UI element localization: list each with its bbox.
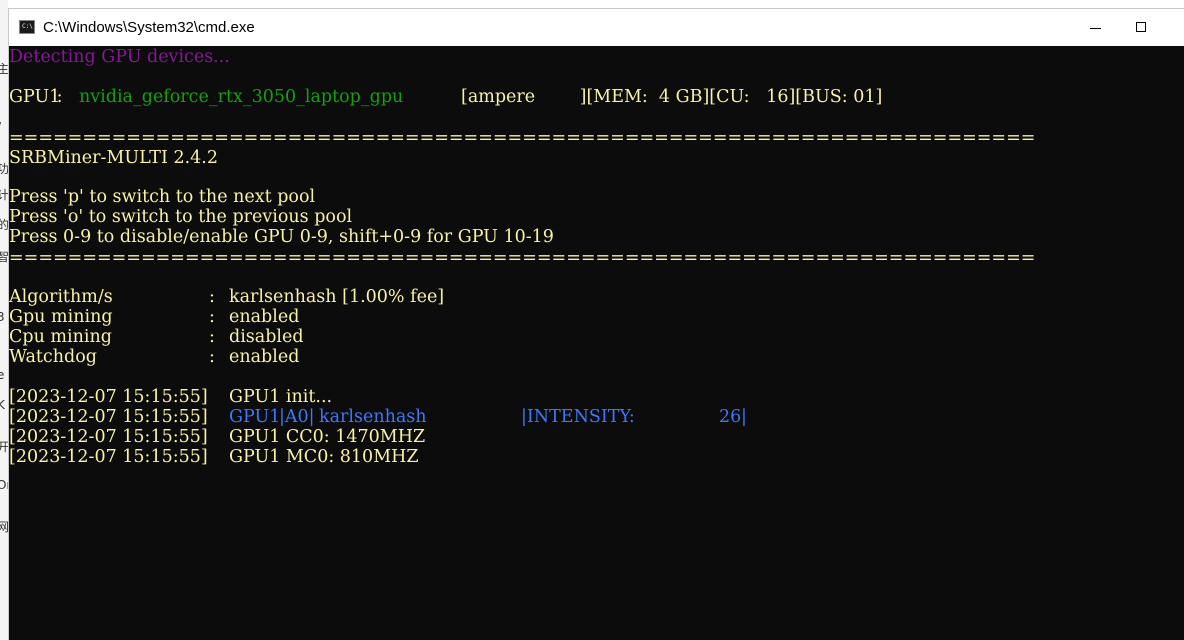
setting-separator: : (209, 347, 221, 367)
setting-value: karlsenhash [1.00% fee] (229, 287, 445, 307)
miner-version: SRBMiner-MULTI 2.4.2 (9, 148, 218, 168)
setting-key: Watchdog (9, 347, 164, 367)
log-line: [2023-12-07 15:15:55] GPU1 |A0| karlsenh… (9, 407, 769, 427)
log-line: [2023-12-07 15:15:55] GPU1 MC0: 810MHZ (9, 447, 709, 467)
background-fragment: 网 (0, 520, 8, 534)
background-fragment: 开 (0, 440, 8, 454)
log-line: [2023-12-07 15:15:55] GPU1 CC0: 1470MHZ (9, 427, 709, 447)
background-fragment: 功 (0, 162, 8, 176)
cmd-icon-label: C:\ (22, 23, 33, 30)
maximize-button[interactable] (1118, 9, 1164, 46)
setting-row: Gpu mining : enabled (9, 307, 609, 327)
setting-row: Algorithm/s : karlsenhash [1.00% fee] (9, 287, 609, 307)
background-fragment: 智 (0, 250, 8, 264)
setting-value: enabled (229, 307, 300, 327)
setting-row: Watchdog : enabled (9, 347, 609, 367)
log-message: GPU1 CC0: 1470MHZ (229, 427, 426, 447)
intensity-algorithm: karlsenhash (319, 407, 477, 427)
intensity-end: | (741, 407, 747, 427)
console-output[interactable]: Detecting GPU devices... GPU1 : nvidia_g… (9, 46, 1184, 640)
help-line: Press 'o' to switch to the previous pool (9, 207, 353, 227)
setting-separator: : (209, 287, 221, 307)
setting-value: disabled (229, 327, 304, 347)
minimize-icon (1090, 28, 1101, 29)
intensity-label: |INTENSITY: (521, 407, 685, 427)
log-timestamp: [2023-12-07 15:15:55] (9, 427, 208, 447)
background-fragment: 主 (0, 62, 8, 76)
background-fragment: 计 (0, 188, 8, 202)
separator-rule: ========================================… (9, 248, 1036, 268)
gpu-specs: [ampere ][MEM: 4 GB][CU: 16][BUS: 01] (461, 87, 883, 107)
gpu-separator: : (51, 87, 69, 107)
background-fragment: / (0, 120, 1, 134)
log-timestamp: [2023-12-07 15:15:55] (9, 447, 208, 467)
log-timestamp: [2023-12-07 15:15:55] (9, 407, 208, 427)
setting-key: Gpu mining (9, 307, 169, 327)
cmd-icon: C:\ (19, 20, 35, 34)
cmd-window[interactable]: C:\ C:\Windows\System32\cmd.exe Detectin… (8, 8, 1184, 640)
background-fragment: e (0, 368, 5, 382)
log-message: GPU1 init... (229, 387, 333, 407)
setting-value: enabled (229, 347, 300, 367)
log-message: GPU1 MC0: 810MHZ (229, 447, 419, 467)
background-fragment: Or (0, 478, 8, 492)
gpu-info-line: GPU1 : nvidia_geforce_rtx_3050_laptop_gp… (9, 87, 1009, 107)
setting-key: Cpu mining (9, 327, 168, 347)
background-desktop-strip: 主 / 功 计 的 智 3 e K 开 Or 网 (0, 0, 8, 640)
background-fragment: K (0, 398, 5, 412)
intensity-value: 26 (719, 407, 742, 427)
help-line: Press 'p' to switch to the next pool (9, 187, 316, 207)
setting-separator: : (209, 327, 221, 347)
log-line: [2023-12-07 15:15:55] GPU1 init... (9, 387, 709, 407)
help-line: Press 0-9 to disable/enable GPU 0-9, shi… (9, 227, 554, 247)
title-bar[interactable]: C:\ C:\Windows\System32\cmd.exe (9, 9, 1184, 46)
log-timestamp: [2023-12-07 15:15:55] (9, 387, 208, 407)
intensity-a0: |A0| (279, 407, 315, 427)
setting-key: Algorithm/s (9, 287, 163, 307)
setting-row: Cpu mining : disabled (9, 327, 609, 347)
window-title: C:\Windows\System32\cmd.exe (43, 19, 255, 36)
intensity-gpu: GPU1 (229, 407, 286, 427)
background-fragment: 的 (0, 218, 8, 232)
minimize-button[interactable] (1072, 9, 1118, 46)
detecting-line: Detecting GPU devices... (9, 47, 230, 67)
separator-rule: ========================================… (9, 128, 1036, 148)
background-fragment: 3 (0, 310, 5, 324)
gpu-name: nvidia_geforce_rtx_3050_laptop_gpu (79, 87, 404, 107)
maximize-icon (1136, 22, 1146, 32)
setting-separator: : (209, 307, 221, 327)
